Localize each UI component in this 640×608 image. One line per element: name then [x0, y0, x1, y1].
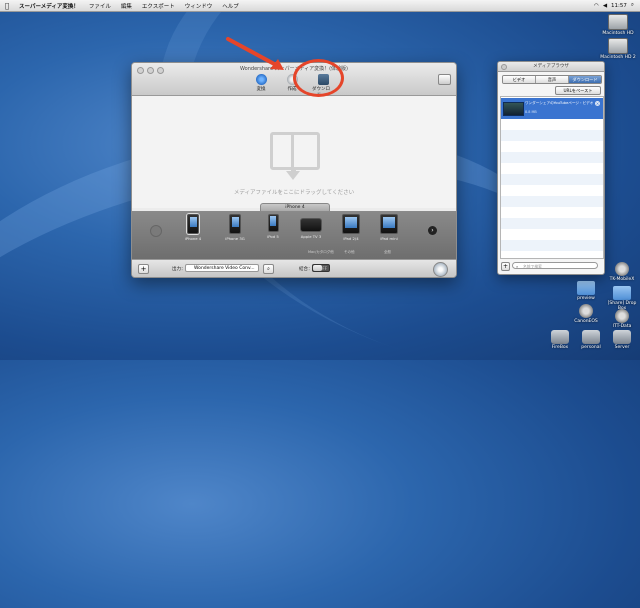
- list-item[interactable]: ワンダーシェアのYouTubeページ・ビデオ 8.8 MB ×: [501, 98, 603, 119]
- merge-label: 結合：: [299, 267, 313, 272]
- folder-icon: [577, 281, 595, 295]
- hard-drive-icon: [608, 38, 628, 54]
- ipod-icon: [267, 214, 279, 232]
- add-file-button[interactable]: +: [138, 264, 149, 274]
- apple-tv-icon: [300, 218, 322, 232]
- menu-bar:  スーパーメディア変換！ ファイル 編集 エクスポート ウィンドウ ヘルプ ◠…: [0, 0, 640, 12]
- media-browser-toggle-button[interactable]: [438, 74, 451, 85]
- next-device-button[interactable]: ›: [428, 226, 437, 235]
- tab-download[interactable]: ダウンロード: [569, 76, 601, 83]
- drop-arrow-head-icon: [286, 171, 300, 180]
- search-icon: ⌕: [516, 264, 519, 269]
- menu-export[interactable]: エクスポート: [137, 2, 180, 10]
- convert-button[interactable]: 変換: [250, 74, 272, 98]
- panel-title-bar: メディアブラウザ: [498, 62, 604, 72]
- annotation-circle: [293, 59, 344, 97]
- output-select[interactable]: Wondershare Video Conv...: [185, 264, 259, 272]
- device-category-label: Mac/カタログ他: [308, 250, 334, 254]
- panel-close-button[interactable]: [501, 64, 507, 70]
- menu-file[interactable]: ファイル: [84, 2, 116, 10]
- device-ipad[interactable]: iPad 2/4: [338, 214, 364, 241]
- disk-icon: [615, 262, 629, 276]
- menu-app-name[interactable]: スーパーメディア変換！: [14, 2, 84, 10]
- drop-zone[interactable]: メディアファイルをここにドラッグしてください: [132, 96, 456, 208]
- apple-menu-icon[interactable]: : [0, 2, 14, 10]
- tab-audio[interactable]: 音声: [536, 76, 569, 83]
- wifi-icon[interactable]: ◠: [594, 3, 599, 9]
- ipad-icon: [342, 214, 360, 234]
- menu-window[interactable]: ウィンドウ: [180, 2, 218, 10]
- desktop-icon-canon[interactable]: CanonEOS: [568, 304, 604, 324]
- device-appletv[interactable]: Apple TV 3: [298, 214, 324, 239]
- panel-search-input[interactable]: ⌕ 名前で検索: [512, 262, 598, 269]
- previous-device-button[interactable]: [150, 225, 162, 237]
- device-strip: iPhone 4 iPhone 3G iPod 5 Apple TV 3 iPa…: [132, 211, 456, 259]
- drop-hint: メディアファイルをここにドラッグしてください: [233, 190, 355, 196]
- tab-video[interactable]: ビデオ: [503, 76, 536, 83]
- media-browser-panel: メディアブラウザ ビデオ 音声 ダウンロード URLをペースト ワンダーシェアの…: [497, 61, 605, 275]
- desktop-icon-hd[interactable]: Macintosh HD: [600, 14, 636, 36]
- output-label: 出力：: [172, 267, 186, 272]
- video-thumbnail: [503, 102, 524, 116]
- device-category-label: その他: [344, 250, 355, 254]
- device-category-label: 全般: [384, 250, 391, 254]
- device-ipad-mini[interactable]: iPad mini: [376, 214, 402, 241]
- iphone-icon: [229, 214, 241, 234]
- toggle-knob: [313, 265, 322, 271]
- hard-drive-icon: [608, 14, 628, 30]
- merge-toggle[interactable]: OFF: [312, 264, 330, 272]
- desktop-icon-hd2[interactable]: Macintosh HD 2: [600, 38, 636, 60]
- spotlight-icon[interactable]: ⌕: [631, 2, 634, 9]
- drive-icon: [551, 330, 569, 344]
- desktop-icon-itt[interactable]: ITT-Data: [604, 309, 640, 329]
- convert-icon: [255, 74, 267, 85]
- desktop-icon-preview[interactable]: preview: [568, 281, 604, 301]
- folder-icon: [613, 286, 631, 300]
- film-strip-icon: [270, 132, 320, 170]
- desktop-icon-dropbox[interactable]: [Share] Drop Box: [604, 286, 640, 311]
- clock[interactable]: 11:57: [611, 3, 627, 9]
- ipad-icon: [380, 214, 398, 234]
- iphone-icon: [187, 214, 199, 234]
- desktop-icon-server[interactable]: Server: [604, 330, 640, 350]
- panel-add-button[interactable]: +: [501, 262, 510, 271]
- list-item-size: 8.8 MB: [525, 110, 537, 114]
- list-item-title: ワンダーシェアのYouTubeページ・ビデオ: [525, 101, 594, 105]
- media-type-tabs: ビデオ 音声 ダウンロード: [502, 75, 602, 84]
- download-list: ワンダーシェアのYouTubeページ・ビデオ 8.8 MB ×: [500, 96, 604, 259]
- disk-icon: [579, 304, 593, 318]
- annotation-arrow: [226, 37, 284, 70]
- remove-item-icon[interactable]: ×: [595, 101, 600, 106]
- device-iphone3g[interactable]: iPhone 3G: [222, 214, 248, 241]
- desktop-icon-tk-mobile[interactable]: TK-MobileX: [604, 262, 640, 282]
- output-search-button[interactable]: ⌕: [263, 264, 274, 274]
- volume-icon[interactable]: ◀: [603, 3, 607, 9]
- paste-url-button[interactable]: URLをペースト: [555, 86, 601, 95]
- device-ipod[interactable]: iPod 5: [260, 214, 286, 239]
- menu-edit[interactable]: 編集: [116, 2, 137, 10]
- device-iphone4[interactable]: iPhone 4: [180, 214, 206, 241]
- drive-icon: [613, 330, 631, 344]
- start-convert-button[interactable]: [433, 262, 448, 277]
- main-window: Wondershare スーパーメディア変換！(体験版) 変換 作成 ダウンロー…: [131, 62, 457, 278]
- drive-icon: [582, 330, 600, 344]
- bottom-bar: + 出力： Wondershare Video Conv... ⌕ 結合： OF…: [132, 259, 456, 277]
- menu-help[interactable]: ヘルプ: [217, 2, 244, 10]
- disk-icon: [615, 309, 629, 323]
